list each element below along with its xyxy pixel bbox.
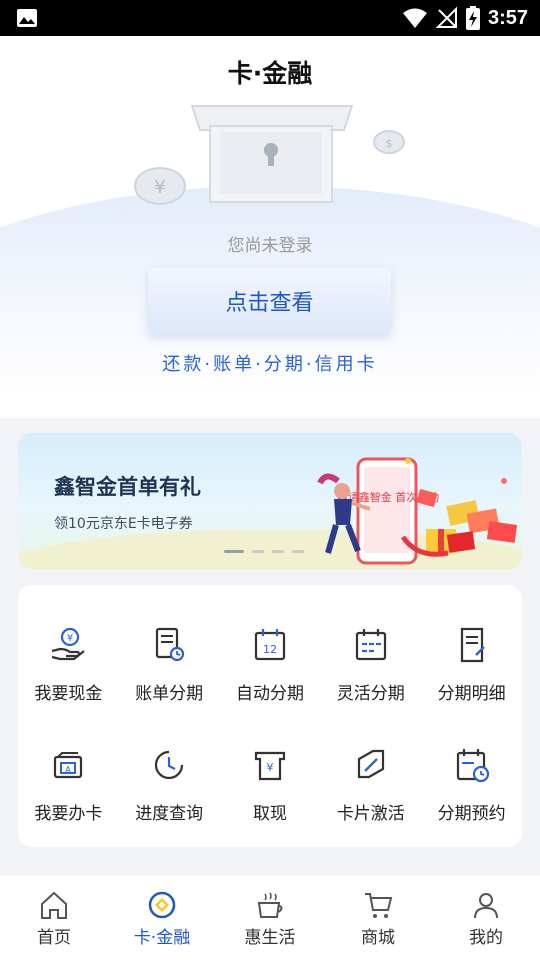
feature-links[interactable]: 还款·账单·分期·信用卡 <box>0 350 540 376</box>
pagination-dot[interactable] <box>252 550 264 553</box>
nav-label: 卡·金融 <box>133 928 191 948</box>
nav-label: 我的 <box>469 928 503 948</box>
pagination-dot[interactable] <box>292 550 304 553</box>
progress-clock-icon <box>155 750 184 780</box>
service-label: 灵活分期 <box>336 684 405 704</box>
pagination-dot[interactable] <box>224 550 244 553</box>
service-label: 自动分期 <box>235 684 304 704</box>
shopping-cart-icon <box>365 893 393 918</box>
banner-pagination <box>224 550 304 553</box>
service-progress-query[interactable]: 进度查询 <box>119 745 220 865</box>
finance-target-icon <box>148 891 176 919</box>
banner-title: 鑫智金首单有礼 <box>54 475 201 499</box>
battery-charging-icon <box>465 6 480 30</box>
service-label: 我要现金 <box>34 684 103 704</box>
svg-text:¥: ¥ <box>67 633 73 644</box>
login-view-button[interactable]: 点击查看 <box>148 268 391 334</box>
service-label: 进度查询 <box>135 804 204 824</box>
service-card-activation[interactable]: 卡片激活 <box>320 745 421 865</box>
withdraw-cash-icon: ¥ <box>254 751 286 781</box>
home-icon <box>41 891 67 919</box>
nav-label: 惠生活 <box>244 928 296 948</box>
services-card: ¥ 我要现金 账单分期 12 自动分期 灵活分期 分期明细 A 我要办卡 进度查… <box>18 585 522 847</box>
service-bill-installment[interactable]: 账单分期 <box>119 625 220 745</box>
svg-text:¥: ¥ <box>154 177 165 198</box>
svg-text:¥: ¥ <box>266 761 273 774</box>
bottom-nav: 首页 卡·金融 惠生活 商城 我的 <box>0 874 540 960</box>
user-icon <box>474 893 498 919</box>
bill-clock-icon <box>156 627 185 662</box>
service-label: 卡片激活 <box>336 804 405 824</box>
cash-hand-icon: ¥ <box>52 627 86 661</box>
service-installment-details[interactable]: 分期明细 <box>421 625 522 745</box>
card-activate-icon <box>357 749 384 779</box>
svg-text:12: 12 <box>263 643 277 656</box>
pagination-dot[interactable] <box>272 550 284 553</box>
svg-text:A: A <box>66 765 72 774</box>
status-bar: 3:57 <box>0 0 540 36</box>
service-auto-installment[interactable]: 12 自动分期 <box>220 625 321 745</box>
service-label: 分期明细 <box>437 684 506 704</box>
service-apply-card[interactable]: A 我要办卡 <box>18 745 119 865</box>
service-withdraw-cash[interactable]: ¥ 取现 <box>220 745 321 865</box>
service-label: 我要办卡 <box>34 804 103 824</box>
gallery-notification-icon <box>17 9 37 27</box>
calendar-12-icon: 12 <box>254 629 286 661</box>
nav-mine[interactable]: 我的 <box>432 875 540 960</box>
promo-banner[interactable]: 鑫智金首单有礼 领10元京东E卡电子券 申请鑫智金 首次成功 <box>18 433 522 569</box>
nav-label: 首页 <box>37 928 71 948</box>
nav-home[interactable]: 首页 <box>0 875 108 960</box>
wifi-icon <box>402 8 427 28</box>
no-signal-icon <box>435 7 457 28</box>
services-grid: ¥ 我要现金 账单分期 12 自动分期 灵活分期 分期明细 A 我要办卡 进度查… <box>18 625 522 865</box>
status-time: 3:57 <box>487 6 528 29</box>
document-edit-icon <box>460 627 485 663</box>
card-apply-icon: A <box>54 752 83 779</box>
promo-illustration: 申请鑫智金 首次成功 <box>317 457 518 565</box>
hero-section: 卡·金融 ¥ $ 您尚未登录 点击查看 还款·账单·分期·信用卡 <box>0 36 540 418</box>
login-hint: 您尚未登录 <box>227 236 313 256</box>
nav-card-finance[interactable]: 卡·金融 <box>108 875 216 960</box>
nav-mall[interactable]: 商城 <box>324 875 432 960</box>
banner-subtitle: 领10元京东E卡电子券 <box>54 516 193 532</box>
calendar-clock-icon <box>456 749 489 783</box>
coffee-cup-icon <box>257 892 283 918</box>
service-flex-installment[interactable]: 灵活分期 <box>320 625 421 745</box>
service-get-cash[interactable]: ¥ 我要现金 <box>18 625 119 745</box>
page-title: 卡·金融 <box>227 59 313 88</box>
service-label: 取现 <box>252 804 287 824</box>
nav-life[interactable]: 惠生活 <box>216 875 324 960</box>
calendar-grid-icon <box>355 629 386 661</box>
nav-label: 商城 <box>361 928 395 948</box>
service-label: 账单分期 <box>135 684 204 704</box>
svg-text:$: $ <box>386 137 393 150</box>
service-installment-booking[interactable]: 分期预约 <box>421 745 522 865</box>
service-label: 分期预约 <box>437 804 506 824</box>
